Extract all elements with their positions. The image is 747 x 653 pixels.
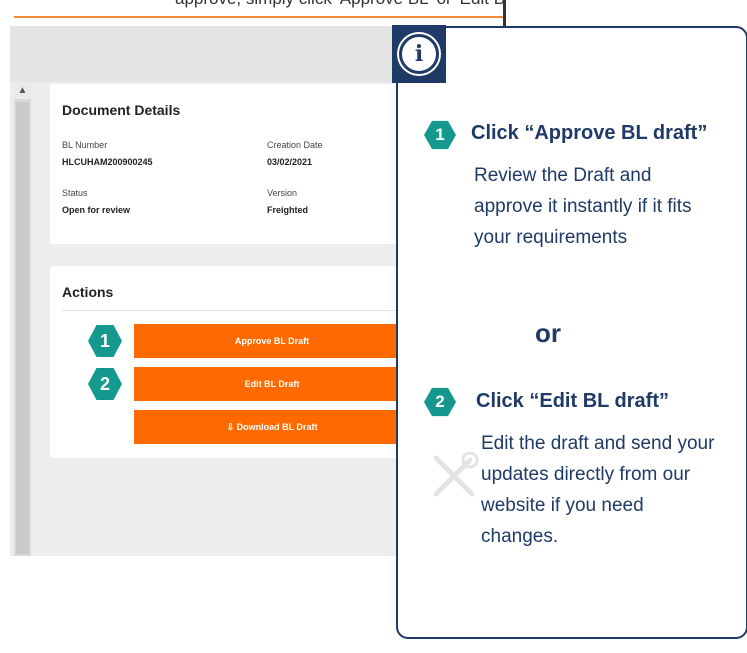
document-details-title: Document Details <box>62 102 181 118</box>
cursor-bar <box>503 0 506 26</box>
wrench-screwdriver-icon <box>433 451 479 497</box>
info-step1-text: Review the Draft and approve it instantl… <box>474 165 692 248</box>
creation-date-label: Creation Date <box>267 140 323 150</box>
creation-date-value: 03/02/2021 <box>267 157 313 167</box>
info-step2-title: Click “Edit BL draft” <box>476 390 669 412</box>
status-label: Status <box>62 188 88 198</box>
info-icon: i <box>399 34 439 74</box>
info-step2-text: Edit the draft and send your updates dir… <box>481 433 715 547</box>
status-value: Open for review <box>62 205 131 215</box>
info-badge: i <box>392 25 446 83</box>
version-label: Version <box>267 188 298 198</box>
info-step1-title: Click “Approve BL draft” <box>471 122 708 144</box>
scrollbar-thumb[interactable] <box>16 102 29 554</box>
header-accent-line <box>14 16 506 18</box>
version-value: Freighted <box>267 205 309 215</box>
approve-bl-draft-button[interactable]: Approve BL Draft <box>134 324 410 358</box>
actions-divider <box>62 310 402 311</box>
clipped-caption: approve, simply click 'Approve BL' or 'E… <box>175 0 503 8</box>
actions-card: Actions Approve BL Draft Edit BL Draft ⇩… <box>50 266 410 458</box>
actions-title: Actions <box>62 284 114 300</box>
scroll-up-icon[interactable]: ▲ <box>14 82 31 99</box>
document-details-card: Document Details BL Number HLCUHAM200900… <box>50 84 410 244</box>
bl-number-value: HLCUHAM200900245 <box>62 157 153 167</box>
bl-number-label: BL Number <box>62 140 108 150</box>
download-bl-draft-button[interactable]: ⇩ Download BL Draft <box>134 410 410 444</box>
edit-bl-draft-button[interactable]: Edit BL Draft <box>134 367 410 401</box>
or-separator: or <box>535 318 561 348</box>
